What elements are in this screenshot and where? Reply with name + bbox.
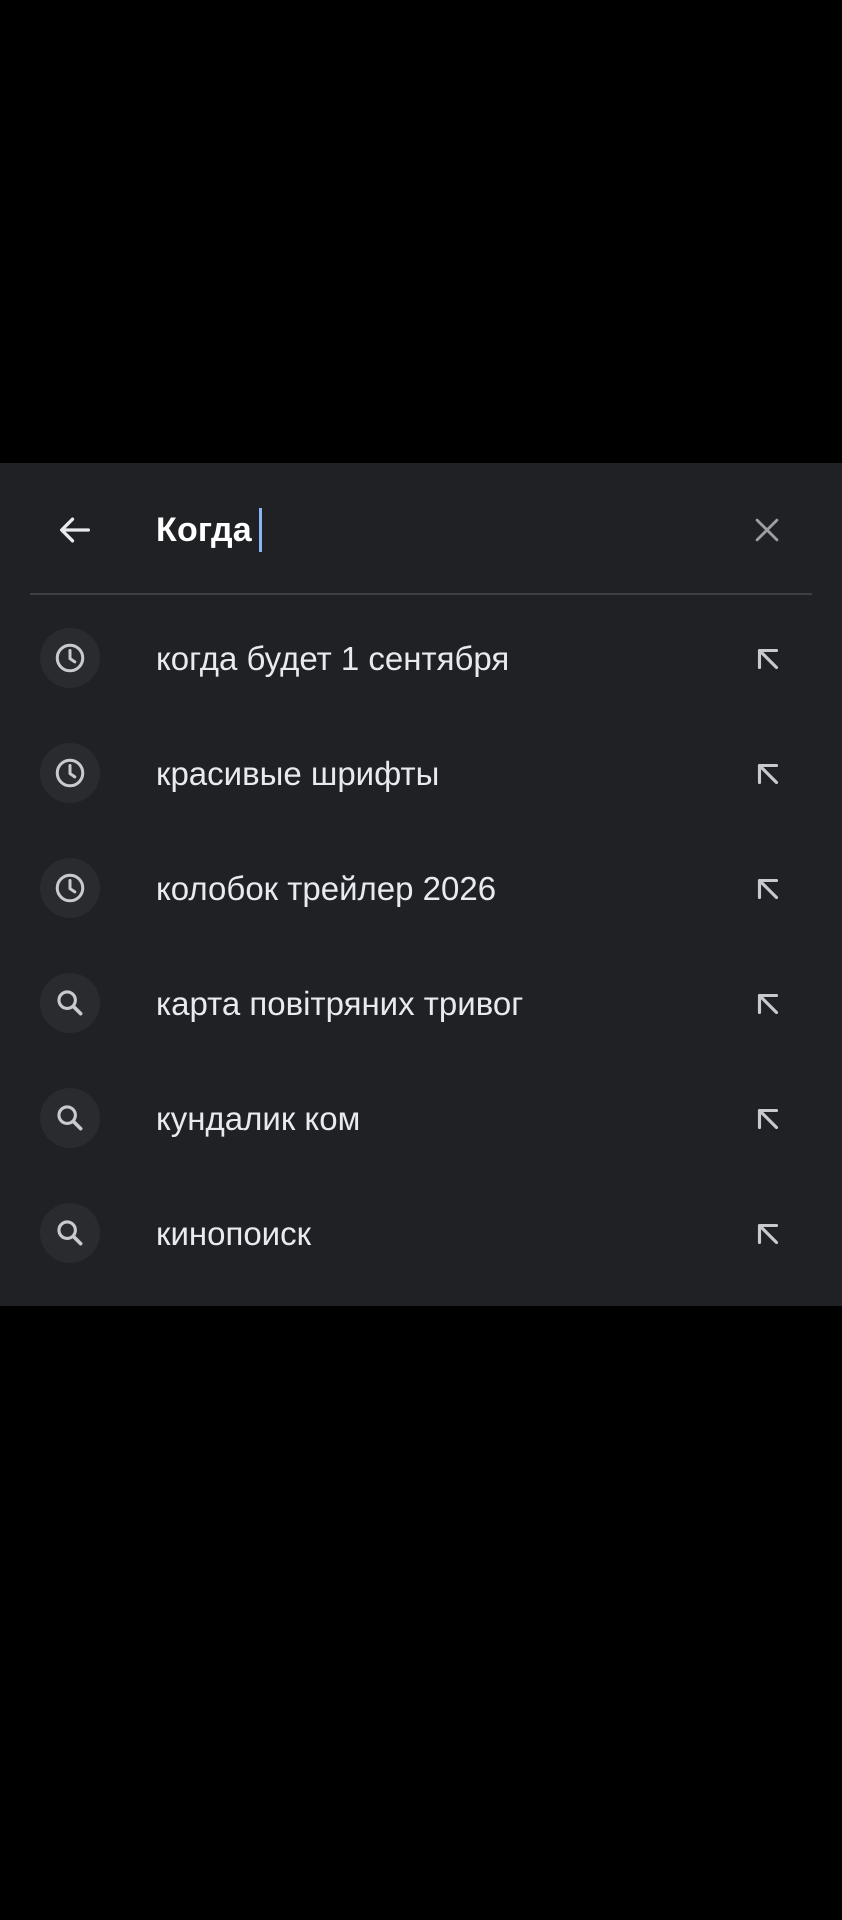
fill-query-button[interactable] <box>742 863 794 915</box>
suggestion-label: когда будет 1 сентября <box>156 640 510 677</box>
arrow-up-left-icon <box>757 648 779 670</box>
history-clock-icon <box>40 743 100 803</box>
clear-search-button[interactable] <box>740 503 794 557</box>
history-clock-icon <box>40 858 100 918</box>
suggestion-item[interactable]: кундалик ком <box>0 1061 842 1176</box>
search-icon <box>40 1203 100 1263</box>
fill-query-button[interactable] <box>742 748 794 800</box>
search-icon <box>40 1088 100 1148</box>
fill-query-button[interactable] <box>742 1093 794 1145</box>
suggestion-item[interactable]: красивые шрифты <box>0 716 842 831</box>
fill-query-button[interactable] <box>742 978 794 1030</box>
arrow-up-left-icon <box>757 1223 779 1245</box>
suggestion-item[interactable]: карта повітряних тривог <box>0 946 842 1061</box>
suggestion-label: колобок трейлер 2026 <box>156 870 497 907</box>
search-suggestions-panel: Когда когда будет 1 сентября красивые шр… <box>0 463 842 1306</box>
text-cursor <box>258 508 262 552</box>
arrow-up-left-icon <box>757 763 779 785</box>
back-button[interactable] <box>48 503 102 557</box>
arrow-up-left-icon <box>757 1108 779 1130</box>
search-icon <box>40 973 100 1033</box>
suggestion-item[interactable]: колобок трейлер 2026 <box>0 831 842 946</box>
suggestion-label: карта повітряних тривог <box>156 985 524 1022</box>
fill-query-button[interactable] <box>742 633 794 685</box>
suggestion-item[interactable]: кинопоиск <box>0 1176 842 1291</box>
close-icon <box>755 518 779 542</box>
arrow-up-left-icon <box>757 993 779 1015</box>
suggestion-item[interactable]: когда будет 1 сентября <box>0 601 842 716</box>
arrow-left-icon <box>60 517 91 543</box>
search-bar: Когда <box>0 463 842 593</box>
search-input[interactable]: Когда <box>156 503 262 557</box>
suggestion-label: кинопоиск <box>156 1215 312 1252</box>
search-divider <box>30 593 812 595</box>
fill-query-button[interactable] <box>742 1208 794 1260</box>
history-clock-icon <box>40 628 100 688</box>
suggestion-list: когда будет 1 сентября красивые шрифты к… <box>0 601 842 1291</box>
suggestion-label: кундалик ком <box>156 1100 361 1137</box>
arrow-up-left-icon <box>757 878 779 900</box>
search-query-text: Когда <box>156 510 252 549</box>
suggestion-label: красивые шрифты <box>156 755 440 792</box>
